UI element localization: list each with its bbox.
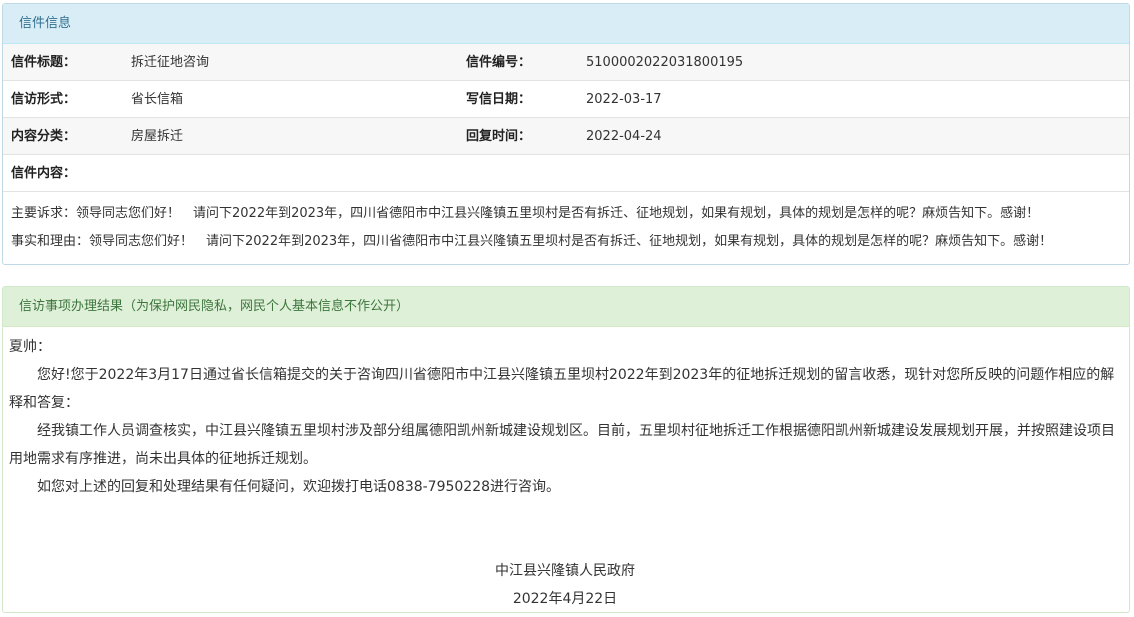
letter-number-label: 信件编号： <box>466 55 532 70</box>
reply-paragraph: 经我镇工作人员调查核实，中江县兴隆镇五里坝村涉及部分组属德阳凯州新城建设规划区。… <box>9 423 1115 467</box>
petition-form-value: 省长信箱 <box>131 92 184 107</box>
letter-title-value: 拆迁征地咨询 <box>131 55 210 70</box>
category-label: 内容分类： <box>11 129 77 144</box>
petition-form-label: 信访形式： <box>11 92 77 107</box>
letter-info-panel: 信件信息 信件标题： 拆迁征地咨询 信件编号： 5100002022031800… <box>2 3 1130 265</box>
content-label: 信件内容： <box>11 166 77 181</box>
main-request-text: 主要诉求：领导同志您们好！ 请问下2022年到2023年，四川省德阳市中江县兴隆… <box>11 206 1040 221</box>
content-label-row: 信件内容： <box>3 155 1129 192</box>
write-date-value: 2022-03-17 <box>586 92 662 107</box>
result-title: 信访事项办理结果（为保护网民隐私，网民个人基本信息不作公开） <box>3 287 1129 327</box>
info-row: 信访形式： 省长信箱 写信日期： 2022-03-17 <box>3 81 1129 118</box>
facts-text: 事实和理由：领导同志您们好！ 请问下2022年到2023年，四川省德阳市中江县兴… <box>11 234 1053 249</box>
info-row: 信件标题： 拆迁征地咨询 信件编号： 510000202203180019​5 <box>3 44 1129 81</box>
reply-paragraph: 如您对上述的回复和处理结果有任何疑问，欢迎拨打电话0838-7950228进行咨… <box>37 479 561 495</box>
letter-info-title: 信件信息 <box>3 4 1129 44</box>
reply-body: 夏帅： 您好!您于2022年3月17日通过省长信箱提交的关于咨询四川省德阳市中江… <box>3 327 1129 613</box>
salutation: 夏帅： <box>9 339 51 355</box>
result-panel: 信访事项办理结果（为保护网民隐私，网民个人基本信息不作公开） 夏帅： 您好!您于… <box>2 286 1130 613</box>
letter-content: 主要诉求：领导同志您们好！ 请问下2022年到2023年，四川省德阳市中江县兴隆… <box>3 192 1129 256</box>
category-value: 房屋拆迁 <box>131 129 184 144</box>
write-date-label: 写信日期： <box>466 92 532 107</box>
info-row: 内容分类： 房屋拆迁 回复时间： 2022-04-24 <box>3 118 1129 155</box>
letter-title-label: 信件标题： <box>11 55 77 70</box>
letter-number-value: 510000202203180019​5 <box>586 55 744 70</box>
reply-date: 2022年4月22日 <box>512 591 618 607</box>
signature: 中江县兴隆镇人民政府 <box>495 563 635 579</box>
reply-time-value: 2022-04-24 <box>586 129 662 144</box>
reply-paragraph: 您好!您于2022年3月17日通过省长信箱提交的关于咨询四川省德阳市中江县兴隆镇… <box>9 367 1115 411</box>
reply-time-label: 回复时间： <box>466 129 532 144</box>
